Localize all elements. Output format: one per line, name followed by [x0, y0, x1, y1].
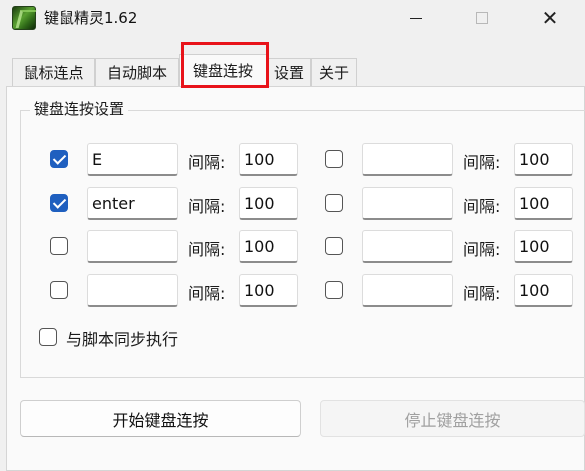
row2-left-key-input[interactable]: enter: [87, 187, 178, 220]
row2-right-key-input[interactable]: [362, 187, 453, 220]
tab-about[interactable]: 关于: [311, 58, 357, 86]
sync-with-script-label[interactable]: 与脚本同步执行: [66, 326, 178, 350]
app-logo-icon: [12, 6, 36, 30]
title-bar: 键鼠精灵1.62 ✕: [0, 0, 585, 36]
minimize-icon: [410, 17, 422, 19]
row3-right-interval-label: 间隔:: [463, 240, 501, 259]
row1-left-interval-label: 间隔:: [188, 153, 226, 172]
row2-right-interval-label: 间隔:: [463, 197, 501, 216]
row4-left-key-input[interactable]: [87, 274, 178, 307]
row4-right-interval-input[interactable]: 100: [514, 274, 573, 307]
row4-left-interval-label: 间隔:: [188, 284, 226, 303]
tab-keyboard-repeat[interactable]: 键盘连按: [179, 54, 267, 86]
row2-right-checkbox[interactable]: [325, 194, 343, 212]
row1-left-interval-input[interactable]: 100: [239, 143, 298, 176]
row3-left-checkbox[interactable]: [50, 237, 68, 255]
row1-right-checkbox[interactable]: [325, 150, 343, 168]
row4-right-checkbox[interactable]: [325, 281, 343, 299]
row1-right-interval-input[interactable]: 100: [514, 143, 573, 176]
row4-right-key-input[interactable]: [362, 274, 453, 307]
sync-with-script-checkbox[interactable]: [39, 328, 57, 346]
row3-right-interval-input[interactable]: 100: [514, 230, 573, 263]
row3-left-key-input[interactable]: [87, 230, 178, 263]
maximize-icon: [476, 12, 488, 24]
window-title: 键鼠精灵1.62: [44, 9, 138, 27]
row1-right-key-input[interactable]: [362, 143, 453, 176]
row1-left-checkbox[interactable]: [50, 150, 68, 168]
row3-right-checkbox[interactable]: [325, 237, 343, 255]
tab-mouse-click[interactable]: 鼠标连点: [12, 58, 95, 86]
maximize-button[interactable]: [454, 0, 510, 36]
row1-left-key-input[interactable]: E: [87, 143, 178, 176]
row2-left-checkbox[interactable]: [50, 194, 68, 212]
row4-right-interval-label: 间隔:: [463, 284, 501, 303]
minimize-button[interactable]: [388, 0, 444, 36]
row3-left-interval-label: 间隔:: [188, 240, 226, 259]
group-title: 键盘连按设置: [30, 98, 129, 119]
close-icon: ✕: [541, 6, 559, 30]
row3-right-key-input[interactable]: [362, 230, 453, 263]
row3-left-interval-input[interactable]: 100: [239, 230, 298, 263]
row4-left-checkbox[interactable]: [50, 281, 68, 299]
row2-right-interval-input[interactable]: 100: [514, 187, 573, 220]
close-button[interactable]: ✕: [522, 0, 578, 36]
stop-keyboard-repeat-button: 停止键盘连按: [320, 400, 585, 437]
row2-left-interval-input[interactable]: 100: [239, 187, 298, 220]
start-keyboard-repeat-button[interactable]: 开始键盘连按: [20, 400, 301, 437]
tab-auto-script[interactable]: 自动脚本: [95, 58, 179, 86]
row2-left-interval-label: 间隔:: [188, 197, 226, 216]
tab-settings[interactable]: 设置: [267, 58, 311, 86]
row1-right-interval-label: 间隔:: [463, 153, 501, 172]
row4-left-interval-input[interactable]: 100: [239, 274, 298, 307]
